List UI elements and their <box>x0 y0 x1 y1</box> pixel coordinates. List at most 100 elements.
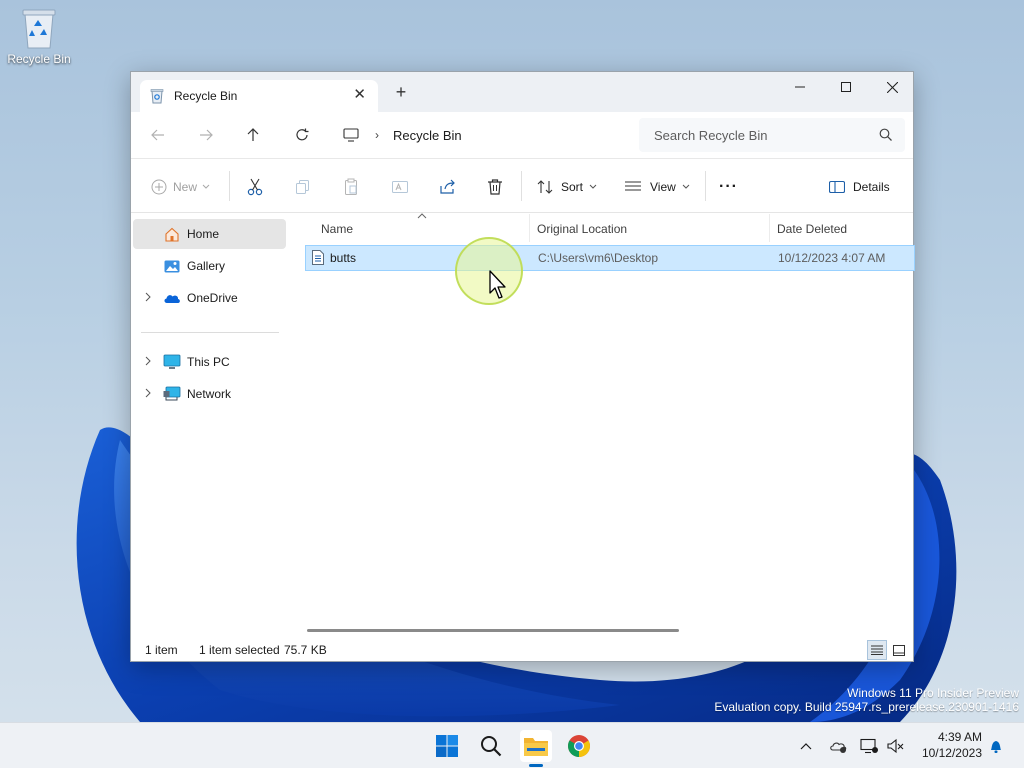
chevron-right-icon[interactable] <box>145 388 151 398</box>
sidebar-item-this-pc[interactable]: This PC <box>133 347 286 377</box>
gallery-icon <box>163 258 181 274</box>
sort-icon <box>537 180 553 194</box>
trash-icon <box>488 179 502 195</box>
onedrive-tray-icon <box>830 742 847 753</box>
file-explorer-window: Recycle Bin ✕ + › Recycle Bin Search Rec… <box>130 71 915 662</box>
sidebar-item-label: Network <box>187 387 232 401</box>
cut-button[interactable] <box>247 176 263 198</box>
chevron-down-icon <box>682 184 690 189</box>
selection-count: 1 item selected <box>199 643 280 657</box>
search-input[interactable]: Search Recycle Bin <box>639 118 905 152</box>
details-pane-button[interactable]: Details <box>829 176 890 198</box>
back-button[interactable] <box>147 124 169 146</box>
taskbar-search-button[interactable] <box>475 730 507 762</box>
refresh-button[interactable] <box>291 124 313 146</box>
sidebar-item-onedrive[interactable]: OneDrive <box>133 283 286 313</box>
start-button[interactable] <box>431 730 463 762</box>
chevron-right-icon[interactable] <box>145 292 151 302</box>
evaluation-watermark: Windows 11 Pro Insider Preview Evaluatio… <box>714 686 1019 714</box>
clock-date: 10/12/2023 <box>921 746 982 760</box>
recycle-bin-icon <box>150 88 164 104</box>
close-window-button[interactable] <box>869 72 915 102</box>
arrow-left-icon <box>151 129 164 141</box>
file-name: butts <box>330 251 357 265</box>
close-tab-icon[interactable]: ✕ <box>353 87 366 103</box>
file-date-deleted: 10/12/2023 4:07 AM <box>778 251 886 265</box>
toolbar-divider <box>229 171 230 201</box>
show-hidden-icons-button[interactable] <box>796 736 816 756</box>
paste-button[interactable] <box>343 176 359 198</box>
volume-tray-button[interactable] <box>886 736 906 756</box>
delete-button[interactable] <box>487 176 503 198</box>
sidebar-item-home[interactable]: Home <box>133 219 286 249</box>
taskbar-file-explorer[interactable] <box>520 730 552 762</box>
tab-recycle-bin[interactable]: Recycle Bin ✕ <box>140 80 378 112</box>
mouse-pointer-icon <box>489 270 506 299</box>
toolbar-divider <box>705 171 706 201</box>
copy-button[interactable] <box>295 176 311 198</box>
horizontal-scrollbar[interactable] <box>307 629 679 632</box>
address-bar: › Recycle Bin Search Recycle Bin <box>131 112 913 158</box>
sidebar-divider <box>141 332 279 333</box>
speaker-muted-icon <box>887 738 904 754</box>
details-view-button[interactable] <box>867 640 887 660</box>
forward-button[interactable] <box>195 124 217 146</box>
column-header-label: Original Location <box>537 222 628 236</box>
taskbar-clock[interactable]: 4:39 AM 10/12/2023 <box>910 729 982 761</box>
desktop-recycle-bin[interactable]: Recycle Bin <box>4 6 74 66</box>
details-label: Details <box>853 180 890 194</box>
up-button[interactable] <box>242 124 264 146</box>
sort-button[interactable]: Sort <box>537 176 597 198</box>
view-button[interactable]: View <box>625 176 690 198</box>
navigation-pane: Home Gallery OneDrive This PC Network <box>131 214 289 639</box>
onedrive-tray-button[interactable] <box>828 736 848 756</box>
search-icon <box>481 736 502 757</box>
bell-icon <box>991 741 1001 753</box>
table-row[interactable]: butts C:\Users\vm6\Desktop 10/12/2023 4:… <box>305 245 915 271</box>
notifications-button[interactable] <box>986 736 1006 756</box>
sidebar-item-network[interactable]: Network <box>133 379 286 409</box>
arrow-right-icon <box>200 129 213 141</box>
network-icon <box>163 386 181 402</box>
new-tab-button[interactable]: + <box>393 83 409 101</box>
breadcrumb[interactable]: › Recycle Bin <box>327 118 627 152</box>
taskbar-chrome[interactable] <box>563 730 595 762</box>
chevron-right-icon[interactable] <box>145 356 151 366</box>
breadcrumb-recycle-bin[interactable]: Recycle Bin <box>393 128 462 143</box>
minimize-button[interactable] <box>777 72 823 102</box>
search-icon <box>879 128 892 141</box>
new-button[interactable]: New <box>151 176 210 198</box>
chrome-icon <box>568 735 590 757</box>
text-file-icon <box>312 250 324 265</box>
taskbar: 4:39 AM 10/12/2023 <box>0 722 1024 768</box>
network-tray-button[interactable] <box>859 736 879 756</box>
maximize-button[interactable] <box>823 72 869 102</box>
column-header-date-deleted[interactable]: Date Deleted <box>769 214 909 244</box>
plus-circle-icon <box>151 179 167 195</box>
large-icons-view-icon <box>893 644 905 656</box>
watermark-line: Windows 11 Pro Insider Preview <box>847 686 1019 700</box>
recycle-bin-icon <box>19 6 59 50</box>
command-bar: New Sort View ··· Details <box>131 158 913 213</box>
network-status-icon <box>860 738 878 754</box>
desktop-icon-label: Recycle Bin <box>7 52 71 66</box>
sidebar-item-gallery[interactable]: Gallery <box>133 251 286 281</box>
rename-button[interactable] <box>391 176 409 198</box>
selection-size: 75.7 KB <box>284 643 327 657</box>
windows-logo-icon <box>436 735 458 757</box>
more-options-button[interactable]: ··· <box>719 176 738 198</box>
column-header-original-location[interactable]: Original Location <box>529 214 769 244</box>
chevron-right-icon[interactable]: › <box>375 128 379 142</box>
tiles-view-button[interactable] <box>889 640 909 660</box>
title-bar: Recycle Bin ✕ + <box>131 72 913 112</box>
share-icon <box>440 179 455 194</box>
arrow-up-icon <box>247 128 259 141</box>
toolbar-divider <box>521 171 522 201</box>
share-button[interactable] <box>439 176 457 198</box>
scissors-icon <box>247 178 263 196</box>
active-app-indicator <box>529 764 543 767</box>
view-list-icon <box>625 181 641 191</box>
details-view-icon <box>871 645 883 655</box>
clock-time: 4:39 AM <box>937 730 982 744</box>
copy-icon <box>296 180 309 194</box>
